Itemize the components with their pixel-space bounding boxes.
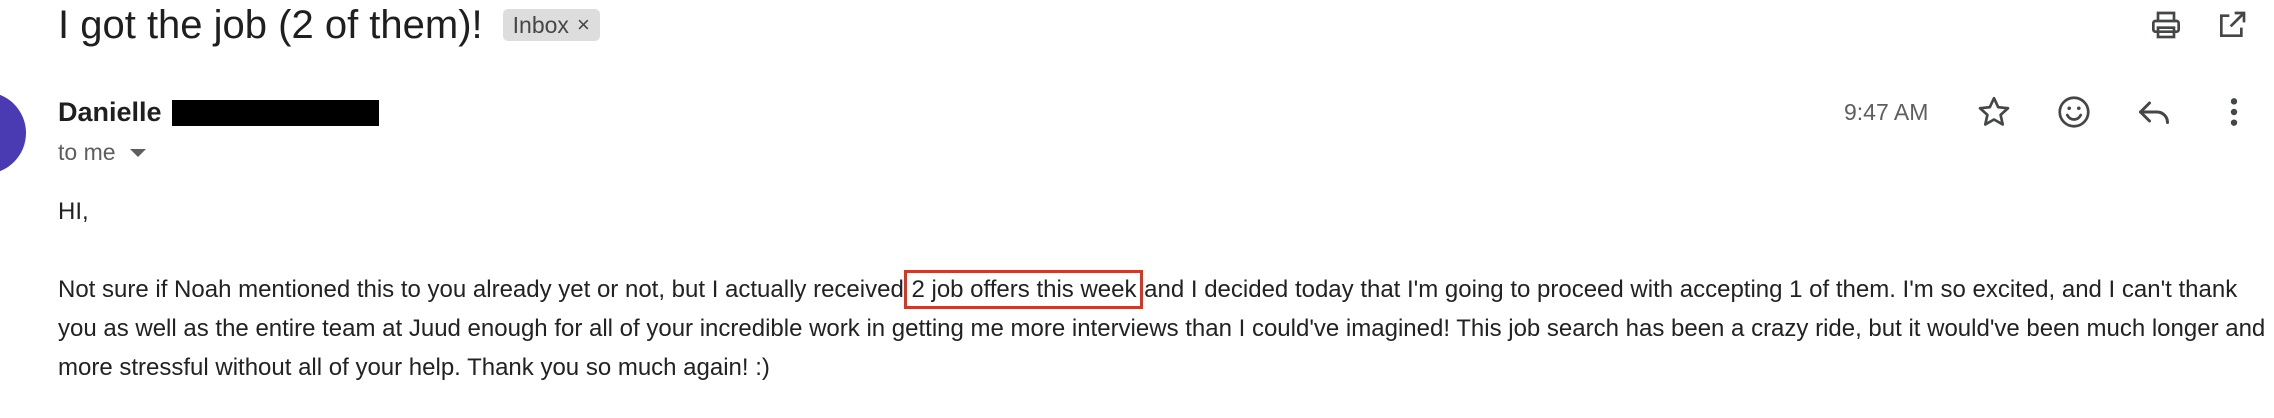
print-icon[interactable] — [2146, 6, 2186, 44]
body-text-before: Not sure if Noah mentioned this to you a… — [58, 276, 911, 303]
redaction-bar — [172, 100, 379, 126]
email-subject: I got the job (2 of them)! — [58, 3, 483, 47]
greeting: HI, — [58, 198, 89, 225]
subject-row: I got the job (2 of them)! Inbox × — [58, 0, 600, 50]
open-in-new-window-icon[interactable] — [2212, 6, 2252, 44]
body-paragraph: Not sure if Noah mentioned this to you a… — [58, 270, 2268, 387]
emoji-reaction-icon[interactable] — [2052, 90, 2096, 134]
highlighted-phrase: 2 job offers this week — [904, 270, 1144, 309]
recipient-details[interactable]: to me — [58, 136, 146, 168]
chevron-down-icon[interactable] — [129, 149, 146, 157]
sender-name[interactable]: Danielle — [58, 94, 162, 130]
recipient-text: to me — [58, 139, 116, 165]
avatar[interactable] — [0, 92, 26, 174]
inbox-label-chip[interactable]: Inbox × — [502, 9, 600, 41]
email-time: 9:47 AM — [1844, 99, 1929, 125]
remove-label-button[interactable]: × — [577, 12, 590, 38]
reply-icon[interactable] — [2132, 90, 2176, 134]
email-body: HI, Not sure if Noah mentioned this to y… — [58, 192, 2268, 387]
label-text: Inbox — [512, 11, 569, 38]
star-icon[interactable] — [1972, 90, 2016, 134]
more-vertical-icon[interactable] — [2212, 90, 2256, 134]
